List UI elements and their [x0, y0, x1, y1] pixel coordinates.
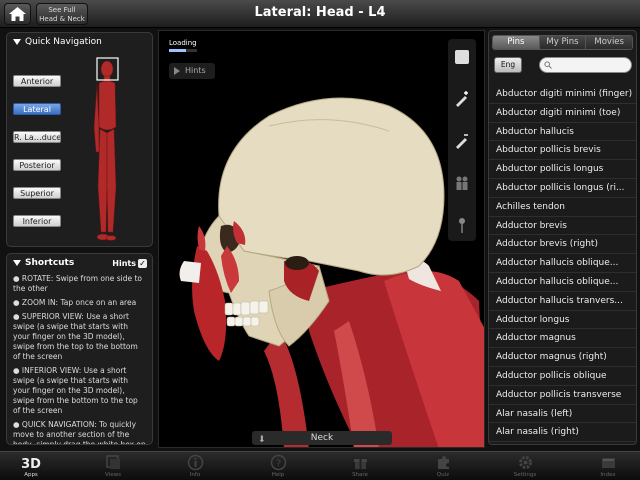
list-item[interactable]: Abductor pollicis brevis: [489, 141, 636, 161]
collapse-triangle-icon: [13, 38, 21, 45]
tab-pins[interactable]: Pins: [493, 36, 540, 49]
shortcut-item: ● ZOOM IN: Tap once on an area: [13, 298, 137, 307]
quiz-puzzle-icon: [437, 456, 449, 469]
svg-text:3D: 3D: [21, 457, 41, 471]
tab-label: Settings: [513, 472, 537, 478]
shortcut-item: ● QUICK NAVIGATION: To quickly move to a…: [13, 420, 146, 445]
shortcut-item: ● SUPERIOR VIEW: Use a short swipe (a sw…: [13, 312, 138, 361]
tab-apps[interactable]: 3D Apps: [6, 454, 56, 478]
top-bar: See Full Head & Neck Lateral: Head - L4: [0, 0, 640, 28]
views-icon: [105, 455, 120, 469]
region-navigation-bar[interactable]: ⬇ Neck: [252, 431, 392, 445]
nav-button-inferior[interactable]: Inferior: [13, 215, 61, 227]
help-icon: ?: [270, 454, 286, 471]
quick-navigation-panel: Quick Navigation Anterior Lateral R. La……: [6, 32, 153, 247]
list-item[interactable]: Adductor magnus (right): [489, 348, 636, 367]
pin-icon[interactable]: [452, 215, 472, 235]
list-item[interactable]: Adductor pollicis oblique: [489, 367, 636, 386]
svg-text:?: ?: [275, 459, 280, 470]
tab-label: Quiz: [436, 472, 450, 478]
list-item[interactable]: Adductor longus: [489, 311, 636, 330]
tab-index[interactable]: Index: [583, 454, 633, 478]
list-item[interactable]: Abductor pollicis longus: [489, 160, 636, 179]
shortcut-item: ● INFERIOR VIEW: Use a short swipe (a sw…: [13, 366, 138, 415]
shortcut-item: ● ROTATE: Swipe from one side to the oth…: [13, 274, 143, 293]
loading-progress-fill: [169, 49, 186, 52]
list-item[interactable]: Adductor brevis: [489, 217, 636, 236]
tab-label: Index: [600, 472, 616, 478]
tab-info[interactable]: Info: [170, 454, 220, 478]
select-square-icon[interactable]: [452, 47, 472, 67]
tab-label: Apps: [24, 472, 38, 478]
checkbox-icon[interactable]: ✓: [138, 259, 147, 268]
gear-icon: [518, 456, 532, 469]
info-icon: [187, 454, 203, 471]
collapse-triangle-icon: [13, 259, 21, 266]
play-icon: [174, 67, 180, 75]
loading-progress-bar: [169, 49, 197, 52]
search-input[interactable]: [554, 59, 628, 71]
tab-label: Views: [105, 472, 121, 478]
tab-views[interactable]: Views: [88, 454, 138, 478]
hints-button-label: Hints: [185, 66, 206, 75]
muscle-list: Abductor digiti minimi (finger) Abductor…: [489, 85, 636, 443]
share-gift-icon: [353, 459, 367, 469]
hints-toggle-label: Hints: [112, 259, 136, 268]
tab-label: Info: [189, 472, 201, 478]
tab-label: Help: [271, 472, 285, 478]
list-item[interactable]: Adductor magnus: [489, 329, 636, 349]
tab-settings[interactable]: Settings: [500, 454, 550, 478]
nav-button-posterior[interactable]: Posterior: [13, 159, 61, 171]
list-item[interactable]: Abductor digiti minimi (finger): [489, 85, 636, 104]
language-button[interactable]: Eng: [494, 57, 522, 73]
pins-tabs: Pins My Pins Movies: [492, 35, 633, 50]
list-item[interactable]: Alar nasalis (left): [489, 405, 636, 424]
scalpel-remove-icon[interactable]: [452, 131, 472, 151]
nav-button-lateral[interactable]: Lateral: [13, 103, 61, 115]
3d-apps-icon: 3D: [21, 457, 41, 471]
region-label: Neck: [310, 433, 334, 443]
nav-button-anterior[interactable]: Anterior: [13, 75, 61, 87]
tab-my-pins[interactable]: My Pins: [539, 36, 587, 49]
tab-quiz[interactable]: Quiz: [418, 454, 468, 478]
index-book-icon: [601, 458, 615, 468]
list-item[interactable]: Adductor hallucis oblique...: [489, 254, 636, 273]
page-title: Lateral: Head - L4: [254, 5, 386, 20]
list-item[interactable]: Alar nasalis (right): [489, 423, 636, 443]
search-field[interactable]: [539, 57, 632, 73]
hints-toggle[interactable]: Hints ✓: [112, 259, 147, 268]
nav-button-right-lateral[interactable]: R. La…duce: [13, 131, 61, 143]
chevron-down-icon[interactable]: ⬇: [258, 433, 266, 447]
list-item[interactable]: Abductor pollicis longus (ri...: [489, 179, 636, 198]
list-item[interactable]: Abductor digiti minimi (toe): [489, 104, 636, 123]
list-item[interactable]: Achilles tendon: [489, 198, 636, 217]
hints-play-button[interactable]: Hints: [169, 63, 215, 79]
tab-help[interactable]: ? Help: [253, 454, 303, 478]
3d-viewport[interactable]: Loading Hints ⬇ Neck: [158, 30, 485, 448]
tab-share[interactable]: Share: [335, 454, 385, 478]
view-tools-toolbar: [448, 39, 476, 241]
list-item[interactable]: Adductor pollicis transverse: [489, 386, 636, 405]
search-icon: [544, 61, 552, 69]
layers-people-icon[interactable]: [452, 173, 472, 193]
pins-panel: Pins My Pins Movies Eng Abductor digiti …: [488, 30, 637, 445]
list-item[interactable]: Adductor hallucis oblique...: [489, 273, 636, 292]
list-item[interactable]: Abductor hallucis: [489, 123, 636, 142]
loading-label: Loading: [169, 39, 197, 47]
tab-movies[interactable]: Movies: [586, 36, 632, 49]
tab-label: Share: [352, 472, 368, 478]
body-navigator-figure[interactable]: [87, 57, 127, 245]
nav-button-superior[interactable]: Superior: [13, 187, 61, 199]
scalpel-add-icon[interactable]: [452, 89, 472, 109]
list-item[interactable]: Adductor hallucis tranvers...: [489, 292, 636, 311]
shortcuts-title: Shortcuts: [25, 258, 75, 268]
list-item[interactable]: Adductor brevis (right): [489, 235, 636, 255]
quick-navigation-title: Quick Navigation: [25, 37, 102, 47]
shortcuts-panel: Shortcuts Hints ✓ ● ROTATE: Swipe from on…: [6, 253, 153, 445]
shortcuts-list: ● ROTATE: Swipe from one side to the oth…: [7, 272, 152, 445]
quick-navigation-header[interactable]: Quick Navigation: [7, 33, 152, 51]
bottom-tab-bar: 3D Apps Views Info ? Help Share Quiz Set…: [0, 451, 640, 480]
skull-model-illustration[interactable]: [159, 31, 485, 448]
